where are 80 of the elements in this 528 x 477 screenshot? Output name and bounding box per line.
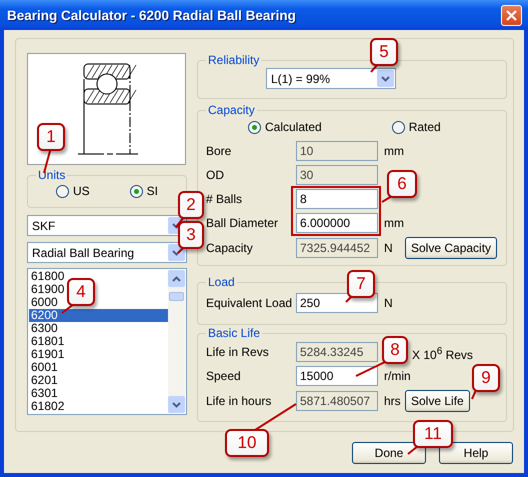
reliability-dropdown[interactable]: L(1) = 99% — [266, 68, 396, 89]
unit-label: X 10$^{6}$ Revs — [412, 345, 473, 362]
list-item[interactable]: 61801 — [29, 335, 66, 348]
unit-label: mm — [384, 143, 404, 160]
manufacturer-dropdown[interactable]: SKF — [27, 215, 187, 236]
callout-number: 11 — [413, 420, 453, 448]
group-title: Basic Life — [207, 326, 262, 340]
field-label: Equivalent Load — [206, 296, 294, 310]
list-item[interactable]: 61800 — [29, 270, 66, 283]
window-title: Bearing Calculator - 6200 Radial Ball Bearing — [7, 8, 296, 22]
field-label: Capacity — [206, 241, 254, 255]
scroll-down-icon[interactable] — [168, 396, 185, 413]
field-label: Speed — [206, 369, 242, 383]
close-button[interactable] — [501, 4, 522, 26]
input-field[interactable]: 15000 — [296, 366, 378, 386]
scroll-up-icon[interactable] — [168, 270, 185, 287]
callout-number: 7 — [347, 270, 375, 298]
field-label: Life in hours — [206, 394, 272, 408]
callout-number: 2 — [178, 191, 204, 219]
callout-number: 3 — [178, 221, 204, 249]
field-label: Life in Revs — [206, 345, 270, 359]
solve-button[interactable]: Solve Life — [405, 390, 470, 412]
input-field[interactable]: 6.000000 — [296, 213, 378, 233]
callout-number: 5 — [370, 38, 398, 66]
callout-number: 8 — [382, 336, 408, 364]
radio-button[interactable] — [392, 120, 405, 134]
field-label: Bore — [206, 144, 232, 158]
radio-button[interactable] — [130, 184, 143, 198]
list-item[interactable]: 6300 — [29, 322, 60, 335]
callout-number: 6 — [387, 170, 417, 198]
bearing-type-dropdown[interactable]: Radial Ball Bearing — [27, 242, 187, 263]
leader-line — [175, 216, 185, 228]
radio-label: Calculated — [265, 120, 322, 134]
unit-label: N — [384, 240, 393, 257]
group-title: Reliability — [207, 53, 260, 67]
field-label: OD — [206, 168, 225, 182]
group-title: Units — [37, 168, 66, 182]
done-button[interactable]: Done — [352, 442, 426, 464]
group-title: Capacity — [207, 103, 256, 117]
capacity-mode-option[interactable]: Calculated — [248, 120, 322, 134]
unit-label: mm — [384, 215, 404, 232]
list-item[interactable]: 6301 — [29, 387, 60, 400]
close-icon[interactable] — [506, 10, 517, 20]
input-field[interactable]: 250 — [296, 293, 378, 313]
radio-button[interactable] — [248, 120, 261, 134]
help-button[interactable]: Help — [439, 442, 513, 464]
callout-number: 10 — [225, 429, 269, 457]
leader-line — [407, 445, 419, 455]
unit-option[interactable]: SI — [130, 184, 158, 198]
radio-button[interactable] — [56, 184, 69, 198]
list-item[interactable]: 6201 — [29, 374, 60, 387]
unit-label: N — [384, 295, 393, 312]
callout-number: 1 — [37, 123, 65, 151]
leader-line — [61, 303, 75, 314]
unit-label: r/min — [384, 368, 411, 385]
list-item[interactable]: 6200 — [29, 309, 168, 322]
list-item[interactable]: 61802 — [29, 400, 66, 413]
leader-line — [356, 361, 386, 377]
field-label: # Balls — [206, 192, 244, 206]
list-item[interactable]: 6000 — [29, 296, 60, 309]
field-label: Ball Diameter — [206, 216, 280, 230]
leader-line — [381, 195, 393, 203]
capacity-mode-option[interactable]: Rated — [392, 120, 441, 134]
callout-number: 9 — [472, 364, 500, 392]
group-title: Load — [207, 275, 236, 289]
list-item[interactable]: 6001 — [29, 361, 60, 374]
input-field[interactable]: 8 — [296, 189, 378, 209]
radio-label: US — [72, 184, 90, 198]
callout-number: 4 — [67, 278, 95, 306]
scrollbar[interactable] — [168, 270, 185, 413]
solve-button[interactable]: Solve Capacity — [405, 237, 498, 259]
radio-label: Rated — [408, 120, 441, 134]
list-item[interactable]: 61900 — [29, 283, 66, 296]
unit-label: hrs — [384, 393, 401, 410]
leader-line — [471, 390, 477, 400]
unit-option[interactable]: US — [56, 184, 90, 198]
list-item[interactable]: 61901 — [29, 348, 66, 361]
scroll-thumb[interactable] — [169, 292, 184, 301]
leader-line — [370, 63, 379, 73]
radio-label: SI — [146, 184, 158, 198]
